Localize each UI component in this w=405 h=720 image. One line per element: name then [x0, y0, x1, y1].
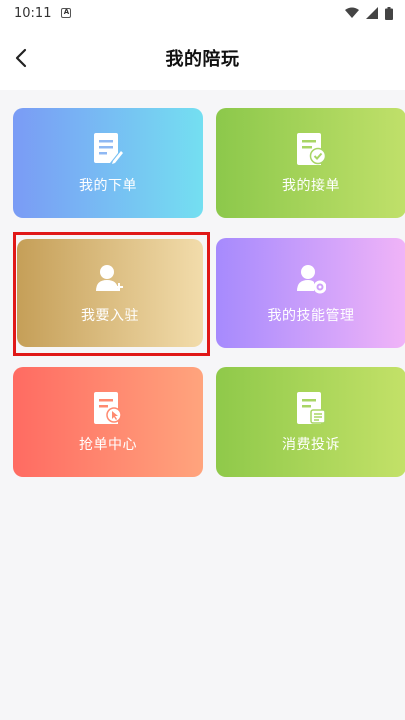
card-label: 抢单中心	[79, 437, 137, 453]
document-click-icon	[94, 392, 122, 424]
card-label: 我的下单	[79, 178, 137, 194]
notification-icon: A	[61, 8, 72, 18]
my-skills-management-card[interactable]: 我的技能管理	[216, 238, 405, 348]
header: 我的陪玩	[0, 26, 405, 90]
signal-icon	[366, 7, 378, 19]
user-settings-icon	[297, 265, 326, 294]
card-label: 我的技能管理	[267, 308, 355, 324]
consumer-complaint-card[interactable]: 消费投诉	[216, 367, 405, 477]
status-bar: 10:11 A	[0, 0, 405, 26]
my-accepted-orders-card[interactable]: 我的接单	[216, 108, 405, 218]
card-label: 我的接单	[282, 178, 340, 194]
page-title: 我的陪玩	[165, 49, 240, 70]
order-grab-center-card[interactable]: 抢单中心	[13, 367, 203, 477]
document-check-icon	[297, 133, 326, 165]
card-label: 我要入驻	[81, 308, 139, 324]
card-label: 消费投诉	[282, 437, 340, 453]
my-orders-card[interactable]: 我的下单	[13, 108, 203, 218]
document-edit-icon	[94, 133, 123, 164]
battery-icon	[385, 6, 393, 20]
complaint-icon	[297, 392, 326, 424]
status-time: 10:11	[14, 5, 52, 21]
user-add-icon	[96, 265, 123, 291]
back-arrow-icon[interactable]	[8, 44, 36, 72]
wifi-icon	[345, 7, 359, 18]
join-as-player-card[interactable]: 我要入驻	[17, 239, 203, 347]
